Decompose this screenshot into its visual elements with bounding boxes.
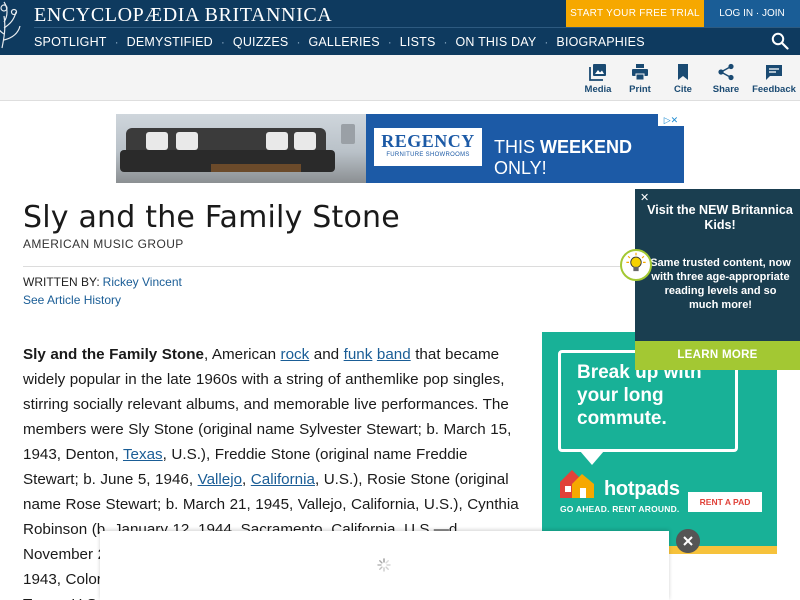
body-text: , bbox=[242, 471, 251, 488]
feedback-icon bbox=[766, 65, 782, 80]
header-divider bbox=[34, 27, 800, 28]
loading-spinner-icon bbox=[377, 558, 391, 572]
nav-spotlight[interactable]: SPOTLIGHT bbox=[34, 35, 107, 49]
nav-separator: · bbox=[544, 35, 549, 49]
title-divider bbox=[23, 266, 625, 267]
regency-logo: REGENCY FURNITURE SHOWROOMS bbox=[374, 128, 482, 166]
printer-icon bbox=[632, 64, 648, 81]
nav-separator: · bbox=[387, 35, 392, 49]
sofa-photo bbox=[116, 114, 366, 183]
nav-galleries[interactable]: GALLERIES bbox=[308, 35, 379, 49]
nav-separator: · bbox=[114, 35, 119, 49]
link-rock[interactable]: rock bbox=[281, 346, 310, 363]
close-icon[interactable] bbox=[676, 529, 700, 553]
feedback-button[interactable]: Feedback bbox=[749, 63, 799, 95]
nav-separator: · bbox=[443, 35, 448, 49]
hotpads-brand: hotpads bbox=[604, 478, 680, 500]
pillow-shape bbox=[176, 132, 198, 150]
link-texas[interactable]: Texas bbox=[123, 446, 163, 463]
speech-bubble-tail bbox=[580, 451, 604, 465]
pillow-shape bbox=[266, 132, 288, 150]
share-label: Share bbox=[712, 84, 740, 95]
top-navigation: SPOTLIGHT · DEMYSTIFIED · QUIZZES · GALL… bbox=[34, 34, 645, 50]
nav-biographies[interactable]: BIOGRAPHIES bbox=[556, 35, 644, 49]
nav-separator: · bbox=[296, 35, 301, 49]
article-history-link[interactable]: See Article History bbox=[23, 293, 121, 307]
site-brand[interactable]: ENCYCLOPÆDIA BRITANNICA bbox=[34, 4, 332, 27]
byline: WRITTEN BY: Rickey Vincent bbox=[23, 275, 182, 289]
page-title: Sly and the Family Stone bbox=[23, 200, 400, 235]
britannica-kids-popup: ✕ Visit the NEW Britannica Kids! Same tr… bbox=[635, 189, 800, 370]
britannica-thistle-logo[interactable] bbox=[0, 0, 26, 54]
login-join-button[interactable]: LOG IN · JOIN bbox=[704, 0, 800, 27]
nav-demystified[interactable]: DEMYSTIFIED bbox=[127, 35, 213, 49]
share-icon bbox=[718, 63, 734, 81]
learn-more-button[interactable]: LEARN MORE bbox=[635, 341, 800, 370]
lightbulb-icon bbox=[620, 249, 652, 281]
link-funk[interactable]: funk bbox=[344, 346, 373, 363]
pillow-shape bbox=[146, 132, 168, 150]
search-icon[interactable] bbox=[771, 32, 789, 50]
kids-popup-body: Same trusted content, now with three age… bbox=[650, 257, 791, 311]
rent-a-pad-button[interactable]: RENT A PAD bbox=[688, 492, 762, 512]
nav-lists[interactable]: LISTS bbox=[400, 35, 436, 49]
link-california[interactable]: California bbox=[251, 471, 315, 488]
written-by-label: WRITTEN BY: bbox=[23, 275, 100, 289]
bookmark-icon bbox=[678, 64, 688, 80]
lamp-shape bbox=[341, 124, 355, 144]
nav-on-this-day[interactable]: ON THIS DAY bbox=[456, 35, 537, 49]
author-link[interactable]: Rickey Vincent bbox=[103, 275, 182, 289]
article-subtitle: AMERICAN MUSIC GROUP bbox=[23, 237, 184, 251]
banner-headline-prefix: THIS bbox=[494, 137, 541, 157]
free-trial-button[interactable]: START YOUR FREE TRIAL bbox=[566, 0, 704, 27]
feedback-label: Feedback bbox=[752, 84, 796, 95]
regency-name: REGENCY bbox=[381, 131, 475, 151]
hotpads-tagline: GO AHEAD. RENT AROUND. bbox=[560, 504, 680, 514]
banner-headline-suffix: ONLY! bbox=[494, 158, 547, 178]
site-header: ENCYCLOPÆDIA BRITANNICA START YOUR FREE … bbox=[0, 0, 800, 55]
nav-quizzes[interactable]: QUIZZES bbox=[233, 35, 289, 49]
article-lead-bold: Sly and the Family Stone bbox=[23, 346, 204, 363]
media-icon bbox=[589, 64, 606, 81]
adchoices-icon[interactable]: ▷✕ bbox=[658, 114, 684, 126]
link-band[interactable]: band bbox=[377, 346, 411, 363]
nav-separator: · bbox=[220, 35, 225, 49]
share-button[interactable]: Share bbox=[701, 63, 751, 95]
coffee-table-shape bbox=[211, 164, 301, 172]
link-vallejo[interactable]: Vallejo bbox=[198, 471, 242, 488]
article-toolbar: Media Print Cite Share Feedback bbox=[0, 55, 800, 101]
banner-headline: THIS WEEKEND ONLY! bbox=[494, 137, 684, 179]
hotpads-house-icon bbox=[560, 470, 594, 498]
body-text: and bbox=[309, 346, 344, 363]
banner-headline-bold: WEEKEND bbox=[540, 137, 633, 157]
body-text: , American bbox=[203, 346, 281, 363]
side-ad-headline: Break up with your long commute. bbox=[577, 362, 702, 429]
kids-popup-title: Visit the NEW Britannica Kids! bbox=[647, 203, 793, 232]
pillow-shape bbox=[294, 132, 316, 150]
regency-subtitle: FURNITURE SHOWROOMS bbox=[386, 152, 470, 158]
banner-advertisement[interactable]: REGENCY FURNITURE SHOWROOMS THIS WEEKEND… bbox=[116, 114, 684, 183]
